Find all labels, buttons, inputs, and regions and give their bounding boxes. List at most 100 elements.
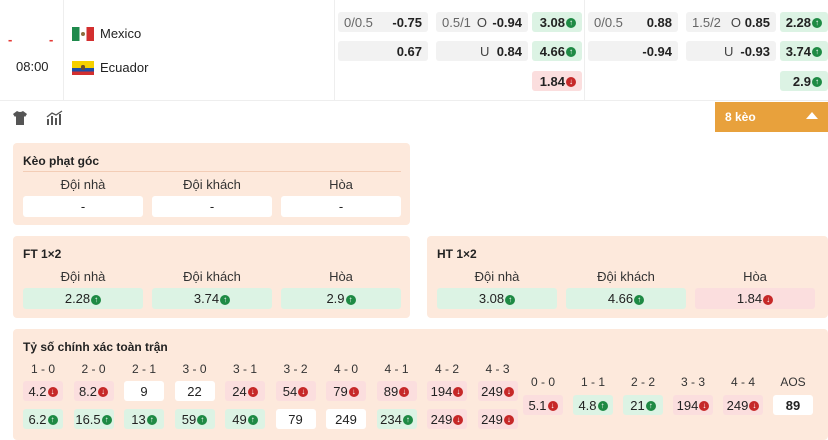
odd-value: 3.08 bbox=[540, 15, 576, 30]
odd-value: 3.74 bbox=[194, 291, 230, 306]
panel-title: Tỷ số chính xác toàn trận bbox=[23, 340, 168, 354]
col-header-draw: Hòa bbox=[329, 177, 353, 192]
col-header-away: Đội khách bbox=[183, 269, 241, 284]
corner-draw-odd[interactable]: - bbox=[281, 196, 401, 217]
ft-home-odd[interactable]: 2.28 bbox=[23, 288, 143, 309]
odd-value: 194 bbox=[677, 398, 710, 413]
away-team[interactable]: Ecuador bbox=[72, 60, 148, 75]
score-header: 3 - 1 bbox=[232, 362, 257, 376]
odd-value: 89 bbox=[785, 397, 801, 413]
odd-value: 0.84 bbox=[496, 43, 522, 59]
ht-1x2-home[interactable]: 2.28 bbox=[780, 12, 828, 32]
odd-value: 9 bbox=[140, 383, 148, 399]
toolbar bbox=[0, 102, 828, 132]
ft-handicap-away[interactable]: 0.67 bbox=[338, 41, 428, 61]
correct-score-panel: Tỷ số chính xác toàn trận 1 - 0 4.2 6.2 2 -… bbox=[13, 329, 828, 440]
stats-icon[interactable] bbox=[46, 110, 64, 126]
odd-value: -0.75 bbox=[392, 14, 422, 30]
score-header: 4 - 4 bbox=[730, 375, 755, 389]
score-odd[interactable]: 79 bbox=[275, 409, 316, 429]
ft-1x2-home[interactable]: 3.08 bbox=[532, 12, 582, 32]
col-header-home: Đội nhà bbox=[60, 269, 106, 284]
score-odd[interactable]: 24 bbox=[225, 381, 265, 401]
score-odd[interactable]: 8.2 bbox=[73, 381, 114, 401]
score-odd[interactable]: 234 bbox=[376, 409, 417, 429]
score-odd[interactable]: 89 bbox=[773, 395, 813, 415]
odd-value: 79 bbox=[288, 411, 303, 427]
score-odd[interactable]: 194 bbox=[427, 381, 467, 401]
ht-handicap-away[interactable]: -0.94 bbox=[588, 41, 678, 61]
ou-line: 1.5/2 bbox=[692, 14, 721, 30]
corner-home-odd[interactable]: - bbox=[23, 196, 143, 217]
odd-value: 4.8 bbox=[578, 398, 607, 413]
ht-away-odd[interactable]: 4.66 bbox=[566, 288, 686, 309]
score-odd[interactable]: 9 bbox=[124, 381, 164, 401]
ht-1x2-draw[interactable]: 2.9 bbox=[780, 71, 828, 91]
score-header: 4 - 3 bbox=[485, 362, 510, 376]
home-team[interactable]: Mexico bbox=[72, 26, 141, 41]
score-header: 2 - 2 bbox=[630, 375, 655, 389]
odd-value: 3.08 bbox=[479, 291, 515, 306]
score-odd[interactable]: 249 bbox=[427, 409, 467, 429]
score-odd[interactable]: 249 bbox=[477, 409, 518, 429]
score-header: 1 - 0 bbox=[30, 362, 55, 376]
score-odd[interactable]: 4.2 bbox=[23, 381, 63, 401]
odd-value: 49 bbox=[232, 412, 257, 427]
ht-under[interactable]: U -0.93 bbox=[686, 41, 776, 61]
ou-line: 0.5/1 bbox=[442, 14, 471, 30]
score-odd[interactable]: 89 bbox=[376, 381, 417, 401]
score-odd[interactable]: 249 bbox=[326, 409, 366, 429]
score-odd[interactable]: 21 bbox=[623, 395, 663, 415]
ft-draw-odd[interactable]: 2.9 bbox=[281, 288, 401, 309]
score-odd[interactable]: 6.2 bbox=[23, 409, 63, 429]
score-odd[interactable]: 22 bbox=[174, 381, 215, 401]
ft-1x2-away[interactable]: 4.66 bbox=[532, 41, 582, 61]
odd-value: 4.66 bbox=[540, 44, 576, 59]
divider bbox=[334, 0, 335, 100]
score-odd[interactable]: 59 bbox=[174, 409, 215, 429]
score-odd[interactable]: 16.5 bbox=[73, 409, 114, 429]
divider bbox=[23, 171, 401, 172]
odd-value: 234 bbox=[380, 412, 413, 427]
score-header: 4 - 1 bbox=[384, 362, 409, 376]
score-odd[interactable]: 54 bbox=[275, 381, 316, 401]
score-odd[interactable]: 13 bbox=[124, 409, 164, 429]
corner-panel: Kèo phạt góc Đội nhà Đội khách Hòa - - - bbox=[13, 143, 410, 225]
odd-value: 2.28 bbox=[786, 15, 822, 30]
ft-handicap-home[interactable]: 0/0.5 -0.75 bbox=[338, 12, 428, 32]
over-label: O bbox=[730, 14, 742, 30]
more-markets-button[interactable]: 8 kèo bbox=[715, 102, 828, 132]
odd-value: 79 bbox=[333, 384, 358, 399]
odd-value: 4.2 bbox=[28, 384, 57, 399]
col-header-away: Đội khách bbox=[183, 177, 241, 192]
ht-home-odd[interactable]: 3.08 bbox=[437, 288, 557, 309]
odd-value: 4.66 bbox=[608, 291, 644, 306]
score-odd[interactable]: 4.8 bbox=[573, 395, 613, 415]
handicap-line: 0/0.5 bbox=[594, 14, 623, 30]
home-score: - bbox=[8, 32, 13, 47]
under-label: U bbox=[480, 43, 490, 59]
panel-title: Kèo phạt góc bbox=[23, 154, 100, 168]
score-odd[interactable]: 79 bbox=[326, 381, 366, 401]
ft-under[interactable]: U 0.84 bbox=[436, 41, 528, 61]
shirt-icon[interactable] bbox=[12, 110, 28, 126]
score-odd[interactable]: 249 bbox=[477, 381, 518, 401]
score-odd[interactable]: 194 bbox=[673, 395, 713, 415]
odd-value: -0.93 bbox=[740, 43, 770, 59]
ft-away-odd[interactable]: 3.74 bbox=[152, 288, 272, 309]
ht-draw-odd[interactable]: 1.84 bbox=[695, 288, 815, 309]
ht-handicap-home[interactable]: 0/0.5 0.88 bbox=[588, 12, 678, 32]
odd-value: 54 bbox=[283, 384, 308, 399]
score-odd[interactable]: 249 bbox=[723, 395, 763, 415]
odd-value: 22 bbox=[187, 383, 202, 399]
ft-1x2-draw[interactable]: 1.84 bbox=[532, 71, 582, 91]
score-odd[interactable]: 5.1 bbox=[523, 395, 563, 415]
ft-over[interactable]: 0.5/1 O -0.94 bbox=[436, 12, 528, 32]
ht-over[interactable]: 1.5/2 O 0.85 bbox=[686, 12, 776, 32]
col-header-home: Đội nhà bbox=[60, 177, 106, 192]
corner-away-odd[interactable]: - bbox=[152, 196, 272, 217]
divider bbox=[63, 0, 64, 100]
ht-1x2-away[interactable]: 3.74 bbox=[780, 41, 828, 61]
score-odd[interactable]: 49 bbox=[225, 409, 265, 429]
odd-value: 194 bbox=[431, 384, 464, 399]
